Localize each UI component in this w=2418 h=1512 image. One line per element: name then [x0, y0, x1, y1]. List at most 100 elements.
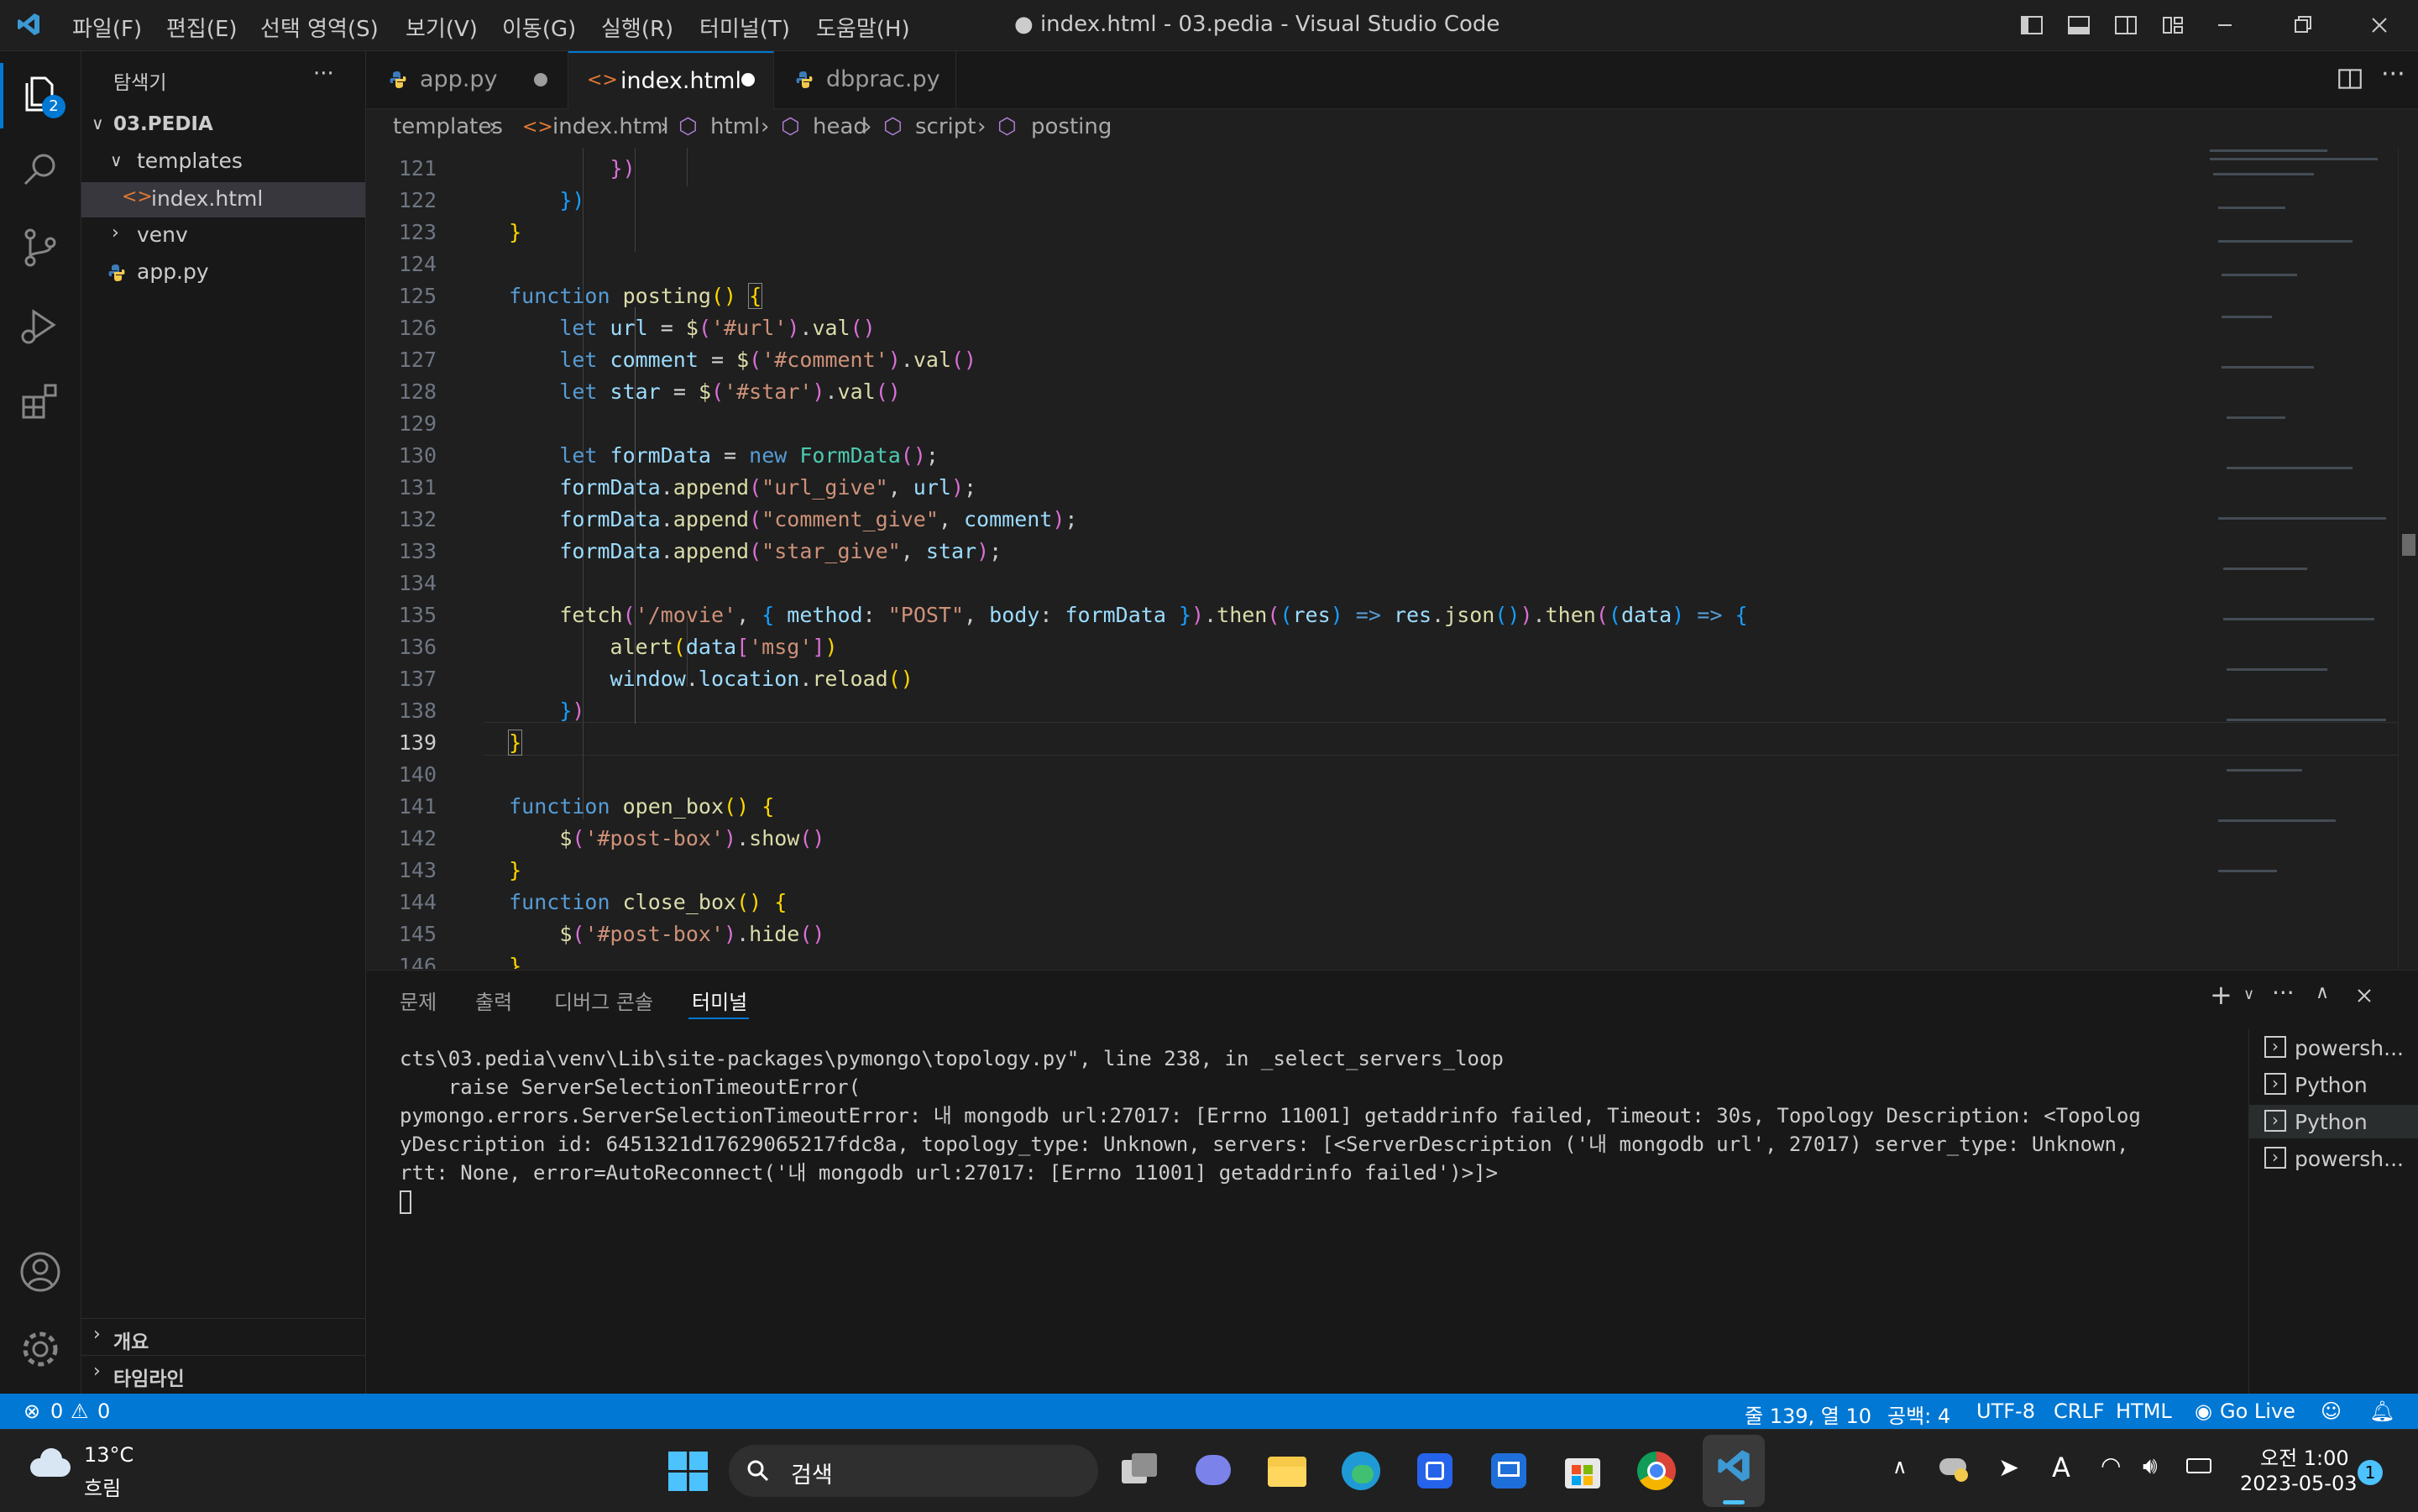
terminal-list-item[interactable]: › powersh...: [2249, 1031, 2418, 1065]
breadcrumb-item[interactable]: templates: [393, 114, 503, 139]
line-ending[interactable]: CRLF: [2054, 1400, 2105, 1423]
chrome-browser-icon[interactable]: [1632, 1447, 1681, 1495]
indent-guide: [687, 148, 688, 186]
tree-item-templates[interactable]: ∨ templates: [81, 145, 365, 179]
breadcrumb-item[interactable]: head: [813, 114, 867, 139]
maximize-panel-icon[interactable]: ∧: [2316, 982, 2329, 1003]
panel-tab-problems[interactable]: 문제: [400, 986, 437, 1015]
settings-gear-icon[interactable]: [17, 1326, 64, 1373]
problems-status[interactable]: ⊗ 0 ⚠ 0: [17, 1394, 118, 1429]
tree-item-app-py[interactable]: app.py: [81, 256, 365, 290]
tree-item-index-html[interactable]: <> index.html: [81, 182, 365, 217]
app-icon[interactable]: [1410, 1447, 1459, 1495]
folder-header[interactable]: ∨ 03.PEDIA: [81, 108, 365, 142]
wifi-icon[interactable]: ◠: [2101, 1452, 2121, 1479]
breadcrumb-item[interactable]: html: [710, 114, 760, 139]
code-line: }): [559, 188, 585, 212]
clock-time[interactable]: 오전 1:00: [2260, 1441, 2349, 1471]
extensions-icon[interactable]: [17, 379, 64, 426]
windows-start-icon[interactable]: [663, 1447, 712, 1495]
split-editor-icon[interactable]: [2336, 65, 2364, 93]
show-hidden-icons[interactable]: ∧: [1892, 1455, 1908, 1478]
search-icon[interactable]: [17, 147, 64, 194]
code-line: function open_box() {: [509, 794, 775, 819]
tree-item-venv[interactable]: › venv: [81, 219, 365, 253]
close-icon[interactable]: [2366, 12, 2393, 39]
menu-help[interactable]: 도움말(H): [816, 12, 910, 43]
run-debug-icon[interactable]: [17, 301, 64, 348]
minimize-icon[interactable]: [2211, 12, 2238, 39]
terminal-cursor[interactable]: [400, 1190, 411, 1214]
notification-badge[interactable]: 1: [2358, 1460, 2383, 1485]
vertical-scrollbar[interactable]: [2398, 148, 2418, 969]
account-icon[interactable]: [17, 1248, 64, 1295]
menu-view[interactable]: 보기(V): [406, 12, 478, 43]
taskbar-search-box[interactable]: 검색: [729, 1445, 1098, 1497]
layout-sidebar-left-icon[interactable]: [2018, 12, 2045, 39]
teams-chat-icon[interactable]: [1189, 1447, 1238, 1495]
language-mode[interactable]: HTML: [2116, 1400, 2172, 1423]
more-actions-icon[interactable]: ···: [2272, 979, 2295, 1007]
title-bar: 파일(F) 편집(E) 선택 영역(S) 보기(V) 이동(G) 실행(R) 터…: [0, 0, 2418, 51]
more-actions-icon[interactable]: ···: [2381, 60, 2405, 89]
remote-app-icon[interactable]: [1484, 1447, 1533, 1495]
go-live-button[interactable]: ◉ Go Live: [2195, 1394, 2321, 1429]
python-file-icon: [108, 264, 125, 281]
vscode-taskbar-icon[interactable]: [1703, 1435, 1765, 1507]
outline-section[interactable]: › 개요: [81, 1321, 365, 1354]
timeline-section[interactable]: › 타임라인: [81, 1358, 365, 1391]
line-number: 135: [398, 603, 437, 627]
location-arrow-icon[interactable]: ➤: [1998, 1453, 2019, 1483]
layout-sidebar-right-icon[interactable]: [2112, 12, 2139, 39]
layout-panel-icon[interactable]: [2065, 12, 2092, 39]
close-panel-icon[interactable]: [2354, 986, 2374, 1006]
customize-layout-icon[interactable]: [2159, 12, 2186, 39]
panel-tab-terminal[interactable]: 터미널: [692, 986, 747, 1015]
terminal-name: Python: [2295, 1110, 2368, 1134]
terminal-list-item[interactable]: › powersh...: [2249, 1142, 2418, 1175]
menu-run[interactable]: 실행(R): [601, 12, 673, 43]
menu-go[interactable]: 이동(G): [502, 12, 576, 43]
tab-index-html[interactable]: <> index.html: [568, 51, 774, 109]
volume-icon[interactable]: 🔊︎: [2143, 1452, 2158, 1480]
edge-browser-icon[interactable]: [1337, 1447, 1385, 1495]
breadcrumb-item[interactable]: posting: [1031, 114, 1112, 139]
cursor-position[interactable]: 줄 139, 열 10: [1745, 1400, 1871, 1429]
source-control-icon[interactable]: [17, 224, 64, 271]
restore-icon[interactable]: [2289, 12, 2316, 39]
new-terminal-icon[interactable]: +: [2210, 979, 2232, 1011]
minimap[interactable]: [2201, 148, 2411, 929]
terminal-list-item[interactable]: › Python: [2249, 1068, 2418, 1101]
tab-app-py[interactable]: app.py: [366, 51, 568, 108]
modified-dot-icon[interactable]: [534, 73, 547, 86]
menu-edit[interactable]: 편집(E): [166, 12, 238, 43]
file-explorer-icon[interactable]: [1263, 1447, 1311, 1495]
panel-tab-debug-console[interactable]: 디버그 콘솔: [554, 986, 653, 1015]
task-view-icon[interactable]: [1115, 1447, 1164, 1495]
menu-selection[interactable]: 선택 영역(S): [260, 12, 379, 43]
clock-date[interactable]: 2023-05-03: [2240, 1472, 2357, 1495]
modified-dot-icon[interactable]: [741, 73, 755, 86]
terminal-list-item-active[interactable]: › Python: [2249, 1105, 2418, 1138]
tab-dbprac-py[interactable]: dbprac.py: [774, 51, 956, 108]
breadcrumb-item[interactable]: script: [915, 114, 976, 139]
line-number: 125: [398, 284, 437, 308]
chevron-down-icon[interactable]: ∨: [2243, 986, 2254, 1003]
windows-taskbar: 13°C 흐림 검색 ∧ ➤ A ◠ 🔊︎ 오전 1:00 2023-05-03…: [0, 1429, 2418, 1512]
menu-terminal[interactable]: 터미널(T): [699, 12, 790, 43]
more-actions-icon[interactable]: ···: [313, 61, 334, 86]
feedback-icon[interactable]: ☺: [2321, 1400, 2342, 1423]
indentation[interactable]: 공백: 4: [1887, 1400, 1950, 1429]
panel-tab-output[interactable]: 출력: [475, 986, 512, 1015]
battery-icon[interactable]: [2186, 1458, 2211, 1473]
pen-input-icon[interactable]: A: [2052, 1452, 2070, 1483]
encoding[interactable]: UTF-8: [1976, 1400, 2035, 1423]
code-editor[interactable]: 121 122 123 124 125 126 127 128 129 130 …: [366, 148, 2418, 969]
weather-desc: 흐림: [84, 1477, 122, 1500]
code-line: function posting() {: [509, 283, 763, 309]
cloud-weather-icon[interactable]: [25, 1445, 76, 1478]
breadcrumb-item[interactable]: index.html: [552, 114, 669, 139]
microsoft-store-icon[interactable]: [1558, 1447, 1607, 1495]
menu-file[interactable]: 파일(F): [72, 12, 142, 43]
notifications-bell-icon[interactable]: 🔔︎: [2369, 1400, 2394, 1423]
